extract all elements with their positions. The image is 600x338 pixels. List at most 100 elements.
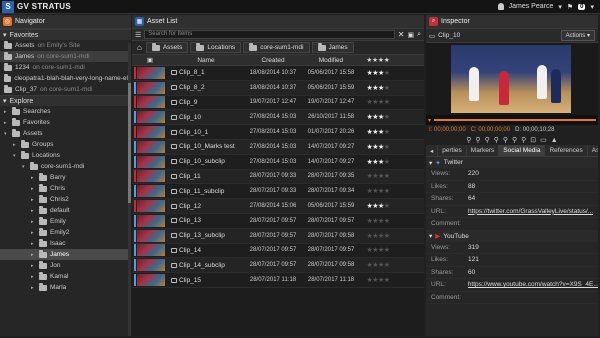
- tree-item[interactable]: ▾ core-sum1-mdi: [0, 161, 131, 172]
- select-all-icon[interactable]: ▣: [132, 56, 168, 64]
- favorite-item[interactable]: cleopatra1-blah-blah-very-long-name-el: [0, 73, 131, 84]
- tree-expand-icon[interactable]: ▸: [31, 230, 36, 236]
- rating-stars[interactable]: ★★★★: [360, 84, 396, 92]
- search-icon[interactable]: ⌕: [417, 31, 421, 39]
- favorites-section-header[interactable]: ▾ Favorites: [0, 29, 131, 40]
- tree-item[interactable]: ▸ Emily: [0, 216, 131, 227]
- youtube-url-link[interactable]: https://www.youtube.com/watch?v=X9S_4E..…: [468, 281, 598, 288]
- tree-item[interactable]: ▾ Locations: [0, 150, 131, 161]
- subclip-icon[interactable]: ⊡: [530, 136, 536, 144]
- notification-chevron-icon[interactable]: ▾: [590, 3, 594, 11]
- export-icon[interactable]: ▭: [540, 136, 547, 144]
- tree-expand-icon[interactable]: ▾: [22, 164, 27, 170]
- table-row[interactable]: Clip_8_2 18/08/2014 10:37 05/06/2017 15:59…: [132, 80, 424, 96]
- table-row[interactable]: Clip_15 28/07/2017 11:18 28/07/2017 11:18 ★…: [132, 273, 424, 288]
- tree-item[interactable]: ▸ Favorites: [0, 117, 131, 128]
- tree-item[interactable]: ▸ Chris2: [0, 194, 131, 205]
- rating-stars[interactable]: ★★★★: [360, 202, 396, 210]
- tree-expand-icon[interactable]: ▸: [31, 252, 36, 258]
- home-icon[interactable]: ⌂: [135, 43, 144, 52]
- rating-stars[interactable]: ★★★★: [360, 217, 396, 225]
- step-forward-icon[interactable]: ⚲: [503, 136, 508, 144]
- twitter-group-header[interactable]: ▾ ✦ Twitter: [426, 157, 598, 168]
- table-row[interactable]: Clip_13_subclip 28/07/2017 09:57 28/07/201…: [132, 228, 424, 244]
- table-row[interactable]: Clip_14_subclip 28/07/2017 09:57 28/07/201…: [132, 258, 424, 274]
- rating-stars[interactable]: ★★★★: [360, 128, 396, 136]
- tree-expand-icon[interactable]: ▸: [4, 120, 9, 126]
- actions-button[interactable]: Actions ▾: [560, 30, 595, 41]
- col-created[interactable]: Created: [244, 57, 302, 64]
- col-modified[interactable]: Modified: [302, 57, 360, 64]
- twitter-collapse-icon[interactable]: ▾: [429, 159, 432, 167]
- flag-icon[interactable]: ⚑: [567, 3, 573, 11]
- rating-stars[interactable]: ★★★★: [360, 232, 396, 240]
- tree-item[interactable]: ▸ Emily2: [0, 227, 131, 238]
- tree-item[interactable]: ▸ Groups: [0, 139, 131, 150]
- col-rating[interactable]: ★★★★: [360, 56, 396, 64]
- rating-stars[interactable]: ★★★★: [360, 187, 396, 195]
- tree-expand-icon[interactable]: ▸: [31, 219, 36, 225]
- navigator-scrollbar[interactable]: [128, 43, 131, 336]
- tree-expand-icon[interactable]: ▾: [4, 131, 9, 137]
- favorite-item[interactable]: Clip_37 on core-sum1-mdi: [0, 84, 131, 95]
- search-input[interactable]: Search for Items: [144, 30, 395, 39]
- tree-expand-icon[interactable]: ▸: [31, 285, 36, 291]
- rating-stars[interactable]: ★★★★: [360, 113, 396, 121]
- clear-search-icon[interactable]: ✕: [398, 30, 405, 39]
- tree-item[interactable]: ▸ Isaac: [0, 238, 131, 249]
- rating-stars[interactable]: ★★★★: [360, 69, 396, 77]
- save-search-icon[interactable]: ▣: [407, 31, 414, 39]
- youtube-group-header[interactable]: ▾ ▶ YouTube: [426, 230, 598, 242]
- inspector-tab[interactable]: Markers: [467, 145, 500, 156]
- tree-expand-icon[interactable]: ▸: [4, 109, 9, 115]
- twitter-url-link[interactable]: https://twitter.com/GrassValleyLive/stat…: [468, 208, 593, 215]
- table-row[interactable]: Clip_10_Marks test 27/08/2014 15:03 14/07/…: [132, 139, 424, 155]
- tree-expand-icon[interactable]: ▸: [31, 274, 36, 280]
- tree-expand-icon[interactable]: ▸: [31, 175, 36, 181]
- breadcrumb-item[interactable]: Locations: [190, 42, 242, 53]
- loop-icon[interactable]: ⚲: [512, 136, 517, 144]
- explore-section-header[interactable]: ▾ Explore: [0, 95, 131, 106]
- table-row[interactable]: Clip_10_subclip 27/08/2014 15:03 14/07/201…: [132, 154, 424, 170]
- audio-icon[interactable]: ▲: [551, 137, 558, 144]
- table-row[interactable]: Clip_13 28/07/2017 09:57 28/07/2017 09:57 ★…: [132, 213, 424, 229]
- inspector-tab[interactable]: References: [545, 145, 588, 156]
- user-menu-chevron-icon[interactable]: ▾: [558, 3, 562, 11]
- tree-item[interactable]: ▸ Kamal: [0, 271, 131, 282]
- favorite-item[interactable]: Assets on Emily's Site: [0, 40, 131, 51]
- rating-stars[interactable]: ★★★★: [360, 143, 396, 151]
- tree-expand-icon[interactable]: ▸: [31, 197, 36, 203]
- tree-expand-icon[interactable]: ▾: [13, 153, 18, 159]
- video-player[interactable]: [426, 43, 598, 115]
- table-row[interactable]: Clip_10_1 27/08/2014 15:03 01/07/2017 20:2…: [132, 125, 424, 140]
- rating-stars[interactable]: ★★★★: [360, 158, 396, 166]
- table-row[interactable]: Clip_11_subclip 28/07/2017 09:33 28/07/201…: [132, 184, 424, 200]
- timeline-scrubber[interactable]: ▾: [426, 115, 598, 125]
- inspector-tab[interactable]: Social Media: [499, 145, 546, 156]
- favorites-collapse-icon[interactable]: ▾: [3, 31, 7, 39]
- tree-expand-icon[interactable]: ▸: [31, 241, 36, 247]
- tree-item[interactable]: ▾ Assets: [0, 128, 131, 139]
- playhead-icon[interactable]: ▾: [428, 117, 431, 124]
- tree-expand-icon[interactable]: ▸: [31, 186, 36, 192]
- breadcrumb-item[interactable]: core-sum1-mdi: [243, 42, 310, 53]
- inspector-tab[interactable]: perties: [438, 145, 467, 156]
- step-back-icon[interactable]: ⚲: [485, 136, 490, 144]
- breadcrumb-item[interactable]: Assets: [145, 42, 189, 53]
- mark-out-icon[interactable]: ⚲: [475, 136, 480, 144]
- inspector-tab[interactable]: Asse: [588, 145, 598, 156]
- favorite-item[interactable]: James on core-sum1-mdi: [0, 51, 131, 62]
- youtube-collapse-icon[interactable]: ▾: [429, 232, 432, 240]
- tree-item[interactable]: ▸ James: [0, 249, 131, 260]
- tabs-scroll-left-icon[interactable]: ◂: [426, 145, 439, 156]
- rating-stars[interactable]: ★★★★: [360, 172, 396, 180]
- marker-icon[interactable]: ⚲: [521, 136, 526, 144]
- play-icon[interactable]: ⚲: [494, 136, 499, 144]
- tree-expand-icon[interactable]: ▸: [31, 263, 36, 269]
- col-name[interactable]: Name: [168, 57, 244, 64]
- table-row[interactable]: Clip_8_1 18/08/2014 10:37 05/06/2017 15:58…: [132, 66, 424, 81]
- tree-item[interactable]: ▸ Barry: [0, 172, 131, 183]
- tree-item[interactable]: ▸ Chris: [0, 183, 131, 194]
- tree-expand-icon[interactable]: ▸: [31, 208, 36, 214]
- rating-stars[interactable]: ★★★★: [360, 261, 396, 269]
